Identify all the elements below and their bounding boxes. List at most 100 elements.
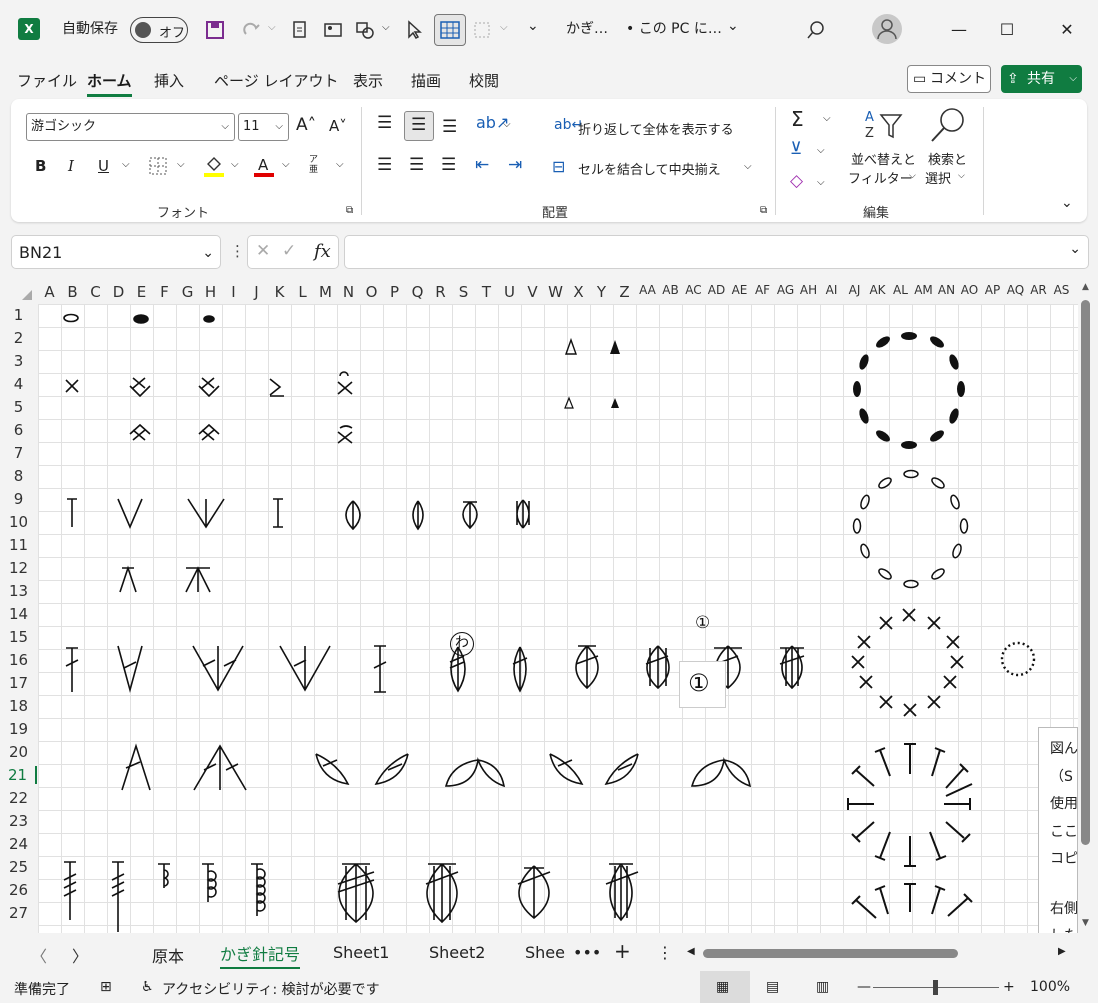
- pointer-icon[interactable]: [404, 20, 424, 40]
- column-header[interactable]: U: [498, 283, 521, 301]
- row-header[interactable]: 18: [0, 697, 37, 715]
- column-header[interactable]: D: [107, 283, 130, 301]
- column-header[interactable]: C: [84, 283, 107, 301]
- column-header[interactable]: AQ: [1004, 283, 1027, 297]
- find-select-line2[interactable]: 選択: [925, 168, 951, 187]
- row-header[interactable]: 21: [0, 766, 37, 784]
- sort-filter-line2[interactable]: フィルター: [848, 168, 913, 187]
- column-header[interactable]: AF: [751, 283, 774, 297]
- column-header[interactable]: AS: [1050, 283, 1073, 297]
- fill-color-icon[interactable]: [203, 154, 225, 178]
- row-header[interactable]: 11: [0, 536, 37, 554]
- comment-button[interactable]: ▭ コメント: [907, 65, 991, 93]
- column-header[interactable]: R: [429, 283, 452, 301]
- phonetic-button[interactable]: ア亜: [309, 155, 323, 175]
- column-header[interactable]: AB: [659, 283, 682, 297]
- column-header[interactable]: T: [475, 283, 498, 301]
- wrap-text-button[interactable]: 折り返して全体を表示する: [578, 119, 734, 138]
- clear-dropdown-icon[interactable]: ⌵: [817, 177, 825, 188]
- scroll-down-icon[interactable]: ▼: [1082, 918, 1089, 928]
- vertical-scrollbar[interactable]: ▲ ▼: [1078, 280, 1098, 933]
- zoom-out-icon[interactable]: —: [857, 979, 871, 995]
- redo-dropdown-icon[interactable]: ⌵: [268, 22, 276, 33]
- autosum-icon[interactable]: Σ: [791, 107, 804, 131]
- orientation-dropdown-icon[interactable]: ⌵: [503, 119, 511, 130]
- sheet-tab-crochet[interactable]: かぎ針記号: [220, 941, 301, 969]
- column-header[interactable]: AG: [774, 283, 797, 297]
- fill-down-dropdown-icon[interactable]: ⌵: [817, 145, 825, 156]
- row-header[interactable]: 15: [0, 628, 37, 646]
- tab-home[interactable]: ホーム: [87, 70, 132, 97]
- column-header[interactable]: O: [360, 283, 383, 301]
- column-header[interactable]: H: [199, 283, 222, 301]
- select-all-icon[interactable]: [0, 280, 38, 304]
- underline-dropdown-icon[interactable]: ⌵: [122, 159, 130, 170]
- column-header[interactable]: V: [521, 283, 544, 301]
- horizontal-scroll-thumb[interactable]: [703, 949, 958, 958]
- row-header[interactable]: 24: [0, 835, 37, 853]
- column-header[interactable]: AA: [636, 283, 659, 297]
- column-header[interactable]: Z: [613, 283, 636, 301]
- column-header[interactable]: AP: [981, 283, 1004, 297]
- minimize-icon[interactable]: —: [944, 16, 974, 44]
- column-header[interactable]: B: [61, 283, 84, 301]
- merge-dropdown-icon[interactable]: ⌵: [744, 161, 752, 172]
- alignment-launcher-icon[interactable]: ⧉: [760, 205, 767, 216]
- font-name-select[interactable]: 游ゴシック ⌵: [26, 113, 235, 141]
- page-break-view-icon[interactable]: ▥: [816, 979, 829, 995]
- sort-filter-line1[interactable]: 並べ替えと: [851, 149, 916, 168]
- column-header[interactable]: AH: [797, 283, 820, 297]
- fill-down-icon[interactable]: ⊻: [790, 139, 802, 159]
- decrease-indent-icon[interactable]: ⇤: [475, 155, 489, 175]
- sheet-options-icon[interactable]: ⋮: [657, 943, 673, 962]
- prev-sheet-icon[interactable]: 〈: [31, 943, 47, 967]
- tab-insert[interactable]: 挿入: [154, 70, 184, 91]
- align-left-icon[interactable]: ☰: [377, 155, 392, 175]
- find-select-icon[interactable]: [928, 105, 968, 145]
- column-header[interactable]: Y: [590, 283, 613, 301]
- macro-record-icon[interactable]: ⊞: [100, 979, 112, 995]
- row-header[interactable]: 12: [0, 559, 37, 577]
- accessibility-status[interactable]: アクセシビリティ: 検討が必要です: [162, 979, 380, 999]
- save-icon[interactable]: [205, 20, 225, 40]
- tab-page-layout[interactable]: ページ レイアウト: [214, 70, 338, 91]
- font-color-icon[interactable]: A: [253, 154, 275, 178]
- scroll-up-icon[interactable]: ▲: [1082, 282, 1089, 292]
- align-center-icon[interactable]: ☰: [409, 155, 424, 175]
- row-header[interactable]: 25: [0, 858, 37, 876]
- maximize-icon[interactable]: ☐: [992, 16, 1022, 44]
- row-header[interactable]: 19: [0, 720, 37, 738]
- column-header[interactable]: I: [222, 283, 245, 301]
- avatar-icon[interactable]: [872, 14, 902, 44]
- column-header[interactable]: AK: [866, 283, 889, 297]
- worksheet-grid[interactable]: A B C D E F G H I J K L M N O P Q R S T U V W X Y Z AA AB AC AD AE AF AG…: [0, 280, 1098, 933]
- column-header[interactable]: P: [383, 283, 406, 301]
- column-header[interactable]: W: [544, 283, 567, 301]
- find-dropdown-icon[interactable]: ⌵: [958, 171, 965, 181]
- chart-icon[interactable]: [472, 20, 492, 40]
- sort-dropdown-icon[interactable]: ⌵: [909, 171, 916, 181]
- align-middle-icon[interactable]: ☰: [404, 111, 434, 141]
- location-dropdown-icon[interactable]: ⌄: [727, 18, 739, 34]
- redo-icon[interactable]: [242, 20, 262, 40]
- tab-review[interactable]: 校閲: [469, 70, 499, 91]
- column-header[interactable]: AD: [705, 283, 728, 297]
- column-header[interactable]: AL: [889, 283, 912, 297]
- column-header[interactable]: AO: [958, 283, 981, 297]
- textbox-shape[interactable]: ①: [679, 661, 726, 708]
- bold-button[interactable]: B: [35, 157, 46, 175]
- column-header[interactable]: AE: [728, 283, 751, 297]
- scroll-right-icon[interactable]: ▶: [1058, 946, 1066, 957]
- row-header[interactable]: 1: [0, 306, 37, 324]
- column-header[interactable]: E: [130, 283, 153, 301]
- more-sheets-icon[interactable]: •••: [573, 943, 601, 962]
- document-icon[interactable]: [290, 20, 310, 40]
- font-launcher-icon[interactable]: ⧉: [346, 205, 353, 216]
- column-header[interactable]: AN: [935, 283, 958, 297]
- underline-button[interactable]: U: [98, 157, 109, 175]
- column-header[interactable]: X: [567, 283, 590, 301]
- row-header[interactable]: 17: [0, 674, 37, 692]
- note-box[interactable]: 図ん （S 使用 ここ コピ 右側 した グル: [1038, 727, 1078, 933]
- file-name[interactable]: かぎ…: [566, 18, 608, 38]
- scroll-left-icon[interactable]: ◀: [687, 946, 695, 957]
